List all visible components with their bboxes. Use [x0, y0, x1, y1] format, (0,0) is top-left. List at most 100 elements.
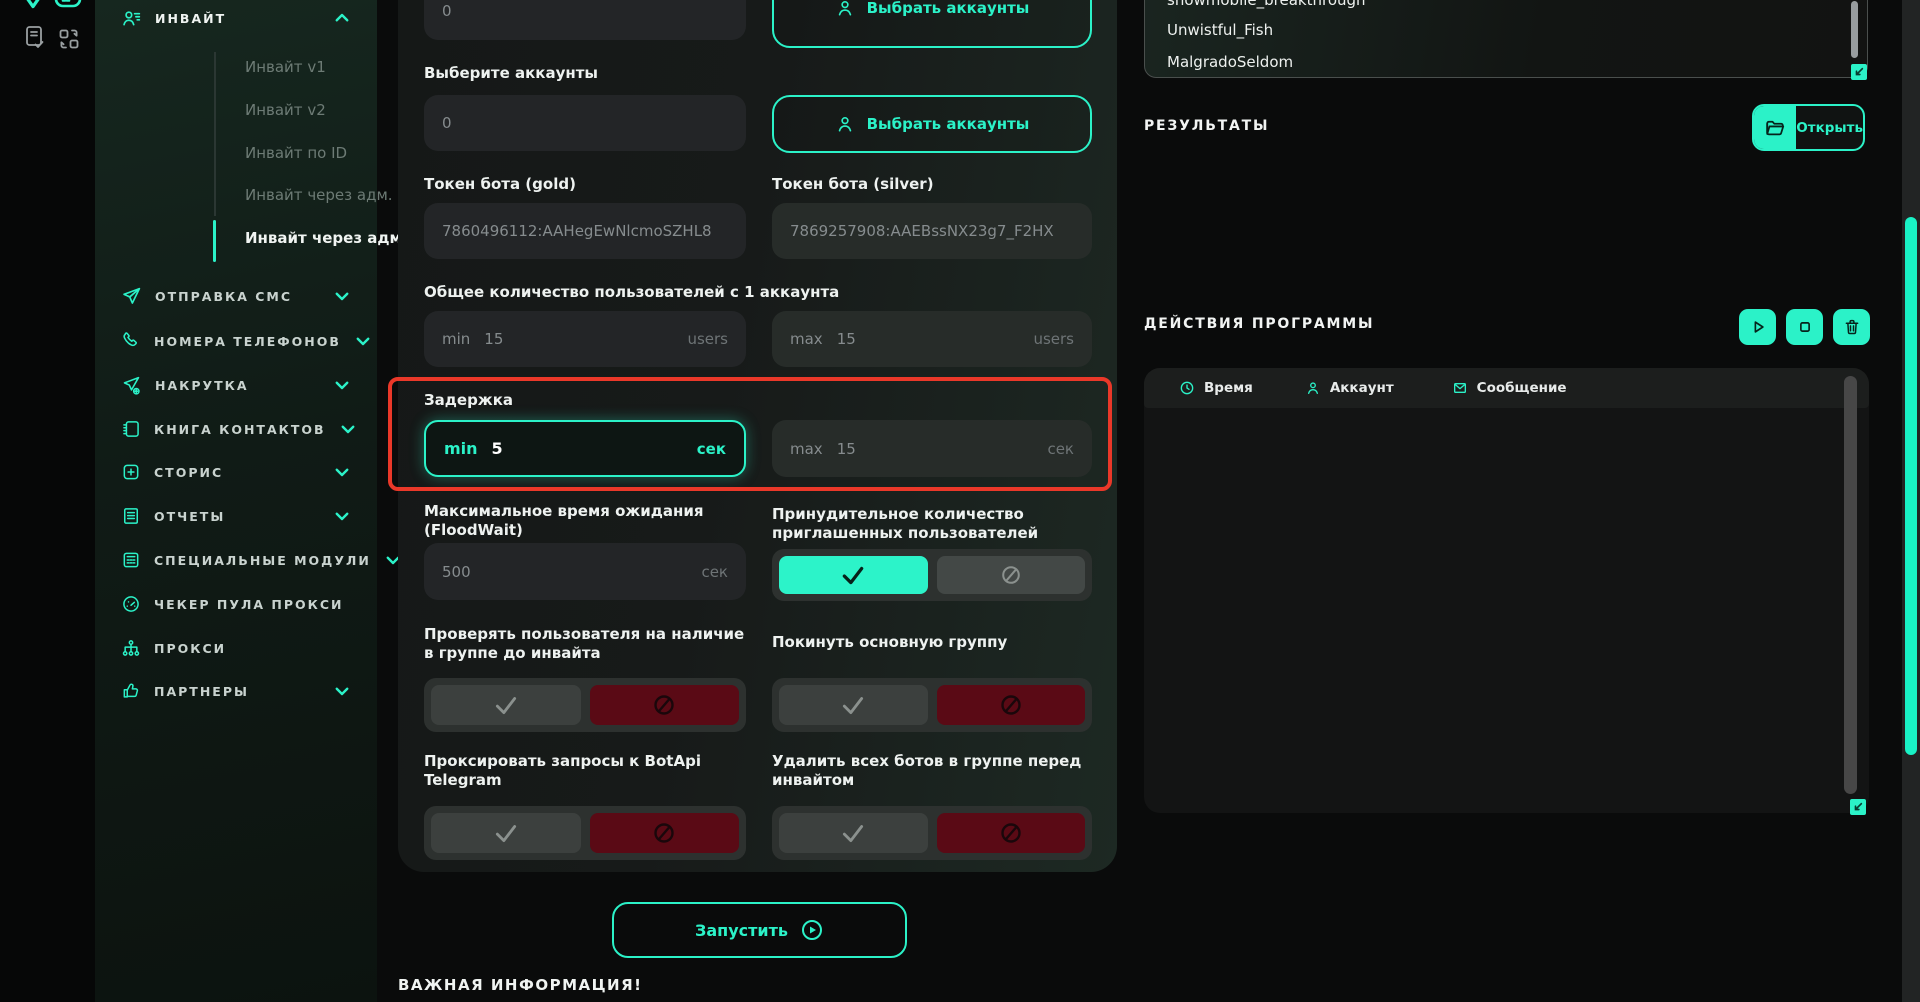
check-icon	[840, 820, 866, 846]
sidebar-item-sms[interactable]: ОТПРАВКА СМС	[95, 278, 377, 314]
play-circle-icon	[800, 918, 824, 942]
notification-icon[interactable]	[20, 0, 46, 12]
toggle-no-button[interactable]	[590, 813, 740, 853]
stop-icon	[1796, 318, 1814, 336]
list-item[interactable]: snowmobile_breakthrough	[1167, 0, 1366, 9]
check-user-toggle	[424, 678, 746, 732]
token-silver-input[interactable]: 7869257908:AAEBssNX23g7_F2HX	[772, 203, 1092, 259]
toggle-yes-button[interactable]	[431, 813, 581, 853]
accounts-count-input-top[interactable]: 0	[424, 0, 746, 40]
boost-icon	[121, 375, 142, 396]
run-button[interactable]	[1739, 309, 1776, 345]
block-icon	[652, 693, 676, 717]
sidebar-item-proxy-checker[interactable]: ЧЕКЕР ПУЛА ПРОКСИ	[95, 586, 377, 622]
delay-max-input[interactable]: max15 сек	[772, 420, 1092, 477]
program-actions-table: Время Аккаунт Сообщение	[1144, 368, 1869, 813]
sidebar-item-proxy[interactable]: ПРОКСИ	[95, 630, 377, 666]
doc-check-icon[interactable]	[23, 24, 47, 52]
toggle-yes-button[interactable]	[779, 685, 928, 725]
sidebar-item-phone-numbers[interactable]: НОМЕРА ТЕЛЕФОНОВ	[95, 323, 377, 359]
block-icon	[999, 821, 1023, 845]
token-gold-input[interactable]: 7860496112:AAHegEwNlcmoSZHL8	[424, 203, 746, 259]
sidebar-item-invite[interactable]: ИНВАЙТ	[95, 0, 377, 36]
chevron-down-icon	[333, 507, 351, 525]
proxy-icon	[121, 638, 141, 658]
reports-icon	[121, 506, 141, 526]
remove-bots-toggle	[772, 806, 1092, 860]
toggle-no-button[interactable]	[937, 556, 1086, 594]
toggle-no-button[interactable]	[590, 685, 740, 725]
chevron-up-icon	[333, 9, 351, 27]
list-item[interactable]: Unwistful_Fish	[1167, 21, 1273, 39]
list-item[interactable]: MalgradoSeldom	[1167, 53, 1293, 71]
token-silver-label: Токен бота (silver)	[772, 175, 934, 194]
folder-icon	[1754, 106, 1796, 149]
stop-button[interactable]	[1786, 309, 1823, 345]
select-accounts-button[interactable]: Выбрать аккаунты	[772, 95, 1092, 153]
floodwait-input[interactable]: 500 сек	[424, 543, 746, 600]
invite-icon	[121, 8, 142, 29]
window-icon[interactable]	[54, 0, 82, 10]
checker-icon	[121, 594, 141, 614]
sidebar-item-boost[interactable]: НАКРУТКА	[95, 367, 377, 403]
open-results-button[interactable]: Открыть	[1752, 104, 1865, 151]
actions-scrollbar[interactable]	[1844, 376, 1857, 794]
sidebar-subitem-invite-v2[interactable]: Инвайт v2	[245, 101, 326, 119]
chevron-down-icon	[333, 376, 351, 394]
check-user-label: Проверять пользователя на наличие в груп…	[424, 625, 754, 663]
page-scrollbar-thumb[interactable]	[1905, 217, 1917, 755]
partners-icon	[121, 681, 141, 701]
toggle-yes-button[interactable]	[431, 685, 581, 725]
sidebar-item-stories[interactable]: СТОРИС	[95, 454, 377, 490]
toggle-no-button[interactable]	[937, 685, 1086, 725]
block-icon	[1000, 564, 1022, 586]
resize-handle-icon[interactable]	[1850, 799, 1866, 815]
accounts-count-input[interactable]: 0	[424, 95, 746, 151]
stories-icon	[121, 462, 141, 482]
forced-count-label: Принудительное количество приглашенных п…	[772, 505, 1087, 543]
clock-icon	[1179, 380, 1195, 396]
select-accounts-button-top[interactable]: Выбрать аккаунты	[772, 0, 1092, 48]
check-icon	[493, 692, 519, 718]
play-icon	[1749, 318, 1767, 336]
app-root: ИНВАЙТ Инвайт v1 Инвайт v2 Инвайт по ID …	[0, 0, 1920, 1002]
start-button[interactable]: Запустить	[612, 902, 907, 958]
sidebar-item-special-modules[interactable]: СПЕЦИАЛЬНЫЕ МОДУЛИ	[95, 542, 377, 578]
sidebar-item-contacts-book[interactable]: КНИГА КОНТАКТОВ	[95, 411, 377, 447]
resize-handle-icon[interactable]	[1851, 64, 1867, 80]
sidebar-item-partners[interactable]: ПАРТНЕРЫ	[95, 673, 377, 709]
sidebar-subitem-invite-v1[interactable]: Инвайт v1	[245, 58, 326, 76]
sidebar-item-label: ИНВАЙТ	[155, 11, 320, 26]
contacts-book-icon	[121, 419, 141, 439]
check-icon	[493, 820, 519, 846]
sidebar-item-reports[interactable]: ОТЧЕТЫ	[95, 498, 377, 534]
swap-icon[interactable]	[57, 27, 81, 51]
groups-scrollbar[interactable]	[1851, 1, 1858, 58]
user-icon	[835, 114, 855, 134]
users-min-input[interactable]: min15 users	[424, 311, 746, 367]
trash-icon	[1843, 318, 1861, 336]
active-item-bar	[213, 220, 216, 262]
block-icon	[652, 821, 676, 845]
toggle-yes-button[interactable]	[779, 556, 928, 594]
important-info-heading: ВАЖНАЯ ИНФОРМАЦИЯ!	[398, 976, 642, 994]
groups-list-box[interactable]: snowmobile_breakthrough Unwistful_Fish M…	[1144, 0, 1868, 78]
mail-icon	[1452, 380, 1468, 396]
proxy-botapi-toggle	[424, 806, 746, 860]
leave-group-toggle	[772, 678, 1092, 732]
sidebar: ИНВАЙТ Инвайт v1 Инвайт v2 Инвайт по ID …	[95, 0, 377, 1002]
users-max-input[interactable]: max15 users	[772, 311, 1092, 367]
toggle-no-button[interactable]	[937, 813, 1086, 853]
chevron-down-icon	[333, 682, 351, 700]
sidebar-subitem-invite-by-id[interactable]: Инвайт по ID	[245, 144, 347, 162]
table-header-message: Сообщение	[1452, 380, 1567, 396]
user-icon	[1305, 380, 1321, 396]
check-icon	[840, 692, 866, 718]
toggle-yes-button[interactable]	[779, 813, 928, 853]
delay-min-input[interactable]: min5 сек	[424, 420, 746, 477]
token-gold-label: Токен бота (gold)	[424, 175, 576, 194]
total-users-label: Общее количество пользователей с 1 аккау…	[424, 283, 1044, 302]
results-heading: РЕЗУЛЬТАТЫ	[1144, 118, 1269, 134]
check-icon	[840, 562, 866, 588]
clear-button[interactable]	[1833, 309, 1870, 345]
